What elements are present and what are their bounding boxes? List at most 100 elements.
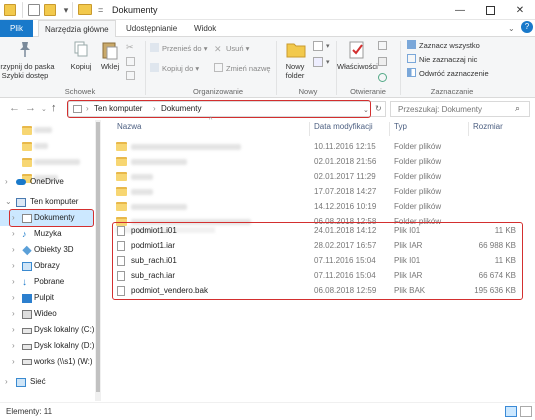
tab-view[interactable]: Widok — [188, 20, 222, 37]
refresh-icon[interactable]: ↻ — [375, 104, 382, 113]
search-box[interactable]: ⌕ — [390, 101, 530, 117]
folder-row[interactable]: 10.11.2016 12:15 Folder plików — [113, 140, 533, 154]
tab-share[interactable]: Udostępnianie — [120, 20, 183, 37]
easy-access-icon[interactable] — [313, 57, 323, 67]
chevron-right-icon[interactable]: › — [12, 226, 15, 242]
sidebar-item-pictures[interactable]: › Obrazy — [0, 258, 94, 274]
rename-button[interactable]: Zmień nazwę — [214, 63, 271, 75]
column-header-type[interactable]: Typ — [394, 122, 407, 131]
properties-quick-icon[interactable] — [28, 4, 40, 16]
column-header-size[interactable]: Rozmiar — [473, 122, 503, 131]
tab-home[interactable]: Narzędzia główne — [38, 20, 116, 38]
minimize-button[interactable]: — — [445, 0, 475, 20]
up-arrow-icon[interactable]: ↑ — [51, 102, 57, 114]
sidebar-item-drive-d[interactable]: › Dysk lokalny (D:) — [0, 338, 94, 354]
quick-access-dropdown-icon[interactable]: ▾ — [60, 4, 72, 16]
new-folder-quick-icon[interactable] — [44, 4, 56, 16]
divider — [72, 2, 73, 18]
search-input[interactable] — [391, 102, 501, 116]
recent-locations-icon[interactable]: ⌄ — [41, 105, 47, 113]
chevron-right-icon[interactable]: › — [12, 306, 15, 322]
sidebar-item-drive-c[interactable]: › Dysk lokalny (C:) — [0, 322, 94, 338]
navigation-scrollbar-thumb[interactable] — [96, 122, 100, 392]
folder-date: 02.01.2017 11:29 — [314, 172, 376, 181]
dropdown-arrow-icon[interactable]: ▾ — [326, 58, 330, 66]
folder-icon — [116, 187, 127, 196]
dropdown-arrow-icon[interactable]: ▾ — [326, 42, 330, 50]
details-view-icon[interactable] — [505, 406, 517, 417]
sidebar-item-video[interactable]: › Wideo — [0, 306, 94, 322]
folder-date: 14.12.2016 10:19 — [314, 202, 377, 211]
close-icon: ✕ — [515, 4, 525, 16]
quick-access-item[interactable] — [0, 122, 94, 138]
chevron-right-icon[interactable]: › — [12, 242, 15, 258]
folder-icon — [116, 202, 127, 211]
select-none-button[interactable]: Nie zaznaczaj nic — [407, 54, 477, 66]
minimize-icon: — — [455, 4, 465, 16]
chevron-right-icon[interactable]: › — [12, 290, 15, 306]
history-icon[interactable] — [378, 73, 387, 82]
paste-button[interactable]: Wklej — [97, 40, 123, 71]
new-item-icon[interactable] — [313, 41, 323, 51]
folder-icon — [78, 4, 92, 15]
chevron-right-icon[interactable]: › — [12, 338, 15, 354]
sidebar-item-label: Obrazy — [34, 261, 60, 270]
sidebar-item-downloads[interactable]: › ↓ Pobrane — [0, 274, 94, 290]
properties-button[interactable]: Właściwości — [337, 40, 378, 71]
new-folder-button[interactable]: Nowy folder — [280, 40, 310, 80]
sidebar-item-label: Muzyka — [34, 229, 62, 238]
sidebar-item-desktop[interactable]: › Pulpit — [0, 290, 94, 306]
status-bar: Elementy: 11 — [0, 402, 535, 420]
pin-quick-access-button[interactable]: Przypnij do paska Szybki dostęp — [0, 40, 55, 80]
column-header-name[interactable]: Nazwa — [117, 122, 141, 131]
sidebar-item-onedrive[interactable]: › OneDrive — [0, 174, 94, 190]
sidebar-item-this-pc[interactable]: ⌄ Ten komputer — [0, 194, 94, 210]
chevron-right-icon[interactable]: › — [5, 174, 8, 190]
column-header-date[interactable]: Data modyfikacji — [314, 122, 373, 131]
maximize-button[interactable] — [475, 0, 505, 20]
item-count: Elementy: 11 — [6, 407, 53, 416]
select-none-icon — [407, 54, 416, 63]
folder-row[interactable]: 02.01.2018 21:56 Folder plików — [113, 155, 533, 169]
paste-shortcut-icon[interactable] — [126, 71, 135, 80]
desktop-icon — [22, 294, 32, 303]
back-arrow-icon[interactable]: ← — [9, 102, 20, 114]
chevron-right-icon[interactable]: › — [5, 374, 8, 390]
search-icon[interactable]: ⌕ — [515, 103, 520, 114]
sidebar-item-network[interactable]: › Sieć — [0, 374, 94, 390]
help-icon[interactable]: ? — [521, 21, 533, 33]
move-to-button[interactable]: Przenieś do ▾ — [150, 43, 207, 55]
folder-icon — [4, 4, 16, 16]
sidebar-item-music[interactable]: › ♪ Muzyka — [0, 226, 94, 242]
chevron-right-icon[interactable]: › — [12, 274, 15, 290]
sidebar-item-3d-objects[interactable]: › Obiekty 3D — [0, 242, 94, 258]
blurred-folder-name — [131, 174, 153, 180]
blurred-folder-name — [131, 144, 241, 150]
copy-button[interactable]: Kopiuj — [68, 40, 94, 71]
forward-arrow-icon[interactable]: → — [25, 102, 36, 114]
quick-access-item[interactable] — [0, 154, 94, 170]
sidebar-item-network-drive-w[interactable]: › works (\\s1) (W:) — [0, 354, 94, 370]
select-all-button[interactable]: Zaznacz wszystko — [407, 40, 480, 52]
chevron-right-icon[interactable]: › — [12, 322, 15, 338]
chevron-right-icon[interactable]: › — [12, 258, 15, 274]
tab-file[interactable]: Plik — [0, 20, 33, 37]
chevron-right-icon[interactable]: › — [12, 354, 15, 370]
folder-row[interactable]: 14.12.2016 10:19 Folder plików — [113, 200, 533, 214]
copy-path-icon[interactable] — [126, 57, 135, 66]
folder-row[interactable]: 17.07.2018 14:27 Folder plików — [113, 185, 533, 199]
blurred-label — [34, 159, 80, 165]
open-icon[interactable] — [378, 41, 387, 50]
quick-access-item[interactable] — [0, 138, 94, 154]
edit-icon[interactable] — [378, 57, 387, 66]
blurred-folder-name — [131, 204, 187, 210]
cut-icon[interactable]: ✂ — [126, 42, 134, 53]
delete-button[interactable]: ✕ Usuń ▾ — [214, 43, 249, 55]
folder-row[interactable]: 02.01.2017 11:29 Folder plików — [113, 170, 533, 184]
close-button[interactable]: ✕ — [505, 0, 535, 20]
invert-selection-button[interactable]: Odwróć zaznaczenie — [407, 68, 489, 80]
ribbon-collapse-icon[interactable]: ⌄ — [508, 24, 515, 33]
large-icons-view-icon[interactable] — [520, 406, 532, 417]
chevron-down-icon[interactable]: ⌄ — [5, 194, 12, 210]
copy-to-button[interactable]: Kopiuj do ▾ — [150, 63, 199, 75]
